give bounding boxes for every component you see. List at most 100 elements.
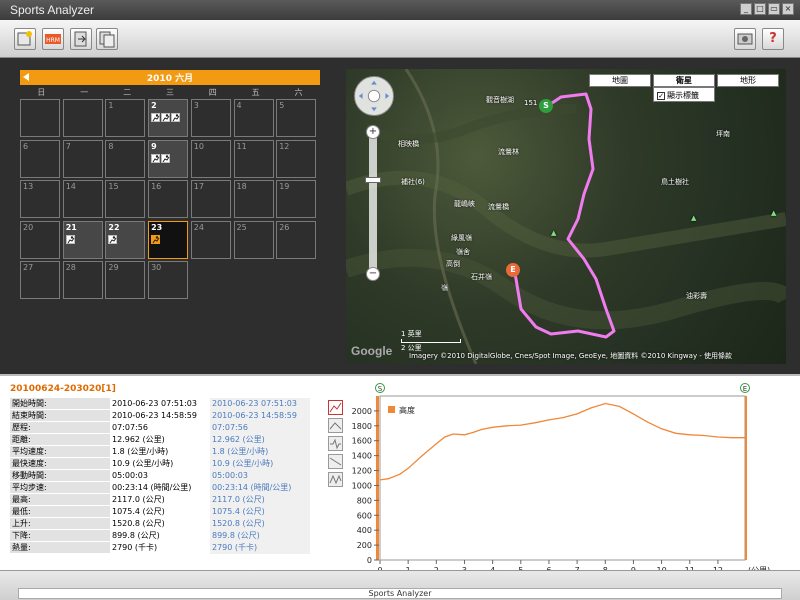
map-place-label: 151 (524, 99, 538, 107)
calendar-day-number: 26 (279, 222, 290, 232)
calendar-day-13[interactable]: 13 (20, 180, 60, 218)
y-tick-label: 1600 (352, 437, 372, 446)
minimize-button[interactable]: _ (740, 3, 752, 15)
calendar-day-21[interactable]: 21 (62, 220, 103, 259)
stat-value: 899.8 (公尺) (112, 531, 160, 541)
calendar-day-number: 7 (65, 141, 71, 151)
calendar-day-26[interactable]: 26 (276, 220, 317, 259)
zoom-slider-thumb[interactable] (365, 177, 381, 183)
workout-title: 20100624-203020[1] (10, 384, 116, 394)
calendar-day-24[interactable]: 24 (190, 220, 231, 259)
y-tick-label: 400 (357, 526, 372, 535)
speed-tool-button[interactable] (328, 418, 343, 433)
stats-row: 平均速度: 1.8 (公里/小時) 1.8 (公里/小時) (10, 445, 310, 459)
stat-value: 1.8 (公里/小時) (112, 447, 169, 457)
calendar-day-12[interactable]: 12 (276, 139, 317, 178)
weekday-label: 五 (251, 88, 260, 97)
maximize-button[interactable]: ▭ (768, 3, 780, 15)
altitude-point (407, 467, 409, 469)
hiking-workout-icon[interactable] (161, 153, 171, 163)
calendar-day-10[interactable]: 10 (190, 139, 231, 178)
y-tick-label: 2000 (352, 407, 372, 416)
heartrate-tool-button[interactable] (328, 436, 343, 451)
calendar-day-6[interactable]: 6 (20, 139, 60, 178)
calendar-day-17[interactable]: 17 (190, 180, 231, 218)
hiking-workout-icon[interactable] (171, 113, 181, 122)
calendar-day-20[interactable]: 20 (20, 220, 60, 259)
calendar-day-30[interactable]: 30 (148, 261, 189, 299)
stat-label: 平均步速: (10, 481, 110, 495)
hiking-workout-icon[interactable] (108, 234, 118, 244)
map-type-satellite-button[interactable]: 衛星 (653, 74, 715, 87)
cadence-tool-button[interactable] (328, 472, 343, 487)
show-labels-label: 顯示標籤 (667, 91, 699, 100)
calendar-day-number: 2 (151, 101, 157, 110)
pan-control[interactable] (354, 76, 394, 116)
calendar-day-1[interactable]: 1 (105, 99, 146, 137)
hiking-workout-icon[interactable] (151, 153, 161, 163)
help-button[interactable]: ? (762, 28, 784, 50)
calendar-day-14[interactable]: 14 (62, 180, 103, 218)
calendar-day-number: 21 (65, 222, 77, 232)
stats-row: 結束時間: 2010-06-23 14:58:59 2010-06-23 14:58… (10, 409, 310, 423)
calendar-day-29[interactable]: 29 (105, 261, 146, 299)
export-button[interactable] (70, 28, 92, 50)
calendar-day-27[interactable]: 27 (20, 261, 60, 299)
map-type-terrain-button[interactable]: 地形 (717, 74, 779, 87)
calendar-day-25[interactable]: 25 (233, 220, 274, 259)
hiking-workout-icon[interactable] (151, 234, 161, 244)
pace-tool-button[interactable] (328, 454, 343, 469)
calendar-day-3[interactable]: 3 (190, 99, 231, 137)
route-start-marker[interactable]: S (539, 99, 553, 113)
calendar-day-23[interactable]: 23 (148, 220, 189, 259)
stat-label: 上升: (10, 517, 110, 531)
altitude-tool-icon (329, 402, 342, 413)
hrm-import-icon: HRM (45, 34, 61, 44)
altitude-point (675, 432, 677, 434)
zoom-in-button[interactable]: + (366, 125, 380, 139)
stat-value: 05:00:03 (112, 471, 148, 481)
map-copyright[interactable]: Imagery ©2010 DigitalGlobe, Cnes/Spot Im… (409, 351, 732, 361)
altitude-point (660, 428, 663, 430)
hiking-workout-icon[interactable] (65, 234, 75, 244)
calendar-day-28[interactable]: 28 (62, 261, 103, 299)
workout-entries (108, 234, 118, 244)
calendar-day-2[interactable]: 2 (148, 99, 189, 137)
map-type-map-button[interactable]: 地圖 (589, 74, 651, 87)
zoom-out-button[interactable]: − (366, 267, 380, 281)
calendar-day-8[interactable]: 8 (105, 139, 146, 178)
copy-button[interactable] (96, 28, 118, 50)
add-workout-button[interactable] (14, 28, 36, 50)
altitude-point (421, 455, 423, 457)
calendar-day-number: 6 (23, 141, 29, 151)
stat-value: 10.9 (公里/小時) (112, 459, 174, 469)
show-labels-checkbox[interactable]: ✓ 顯示標籤 (653, 87, 715, 102)
y-axis-bar (376, 396, 379, 560)
calendar-day-5[interactable]: 5 (276, 99, 317, 137)
hiking-workout-icon[interactable] (151, 113, 161, 122)
calendar-day-18[interactable]: 18 (233, 180, 274, 218)
zoom-slider-track[interactable] (369, 127, 377, 277)
calendar-day-7[interactable]: 7 (62, 139, 103, 178)
route-end-marker[interactable]: E (506, 263, 520, 277)
calendar-day-15[interactable]: 15 (105, 180, 146, 218)
hrm-import-button[interactable]: HRM (42, 28, 64, 50)
svg-text:HRM: HRM (46, 37, 60, 44)
altitude-tool-button[interactable] (328, 400, 343, 415)
altitude-chart[interactable]: 0200400600800100012001400160018002000012… (345, 382, 770, 574)
hiking-workout-icon[interactable] (161, 113, 171, 122)
route-map[interactable]: S E 觀音樹湖 151 相映橋 流鶯林 補社(6) 流鶯橋 龍嶋峽 綠風嶺 鳥土樹社 坪南 石并嶺… (346, 69, 786, 364)
calendar-day-11[interactable]: 11 (233, 139, 274, 178)
stats-row: 下降: 899.8 (公尺) 899.8 (公尺) (10, 529, 310, 543)
map-place-label: 嶺 (441, 284, 448, 292)
title-bar: Sports Analyzer _ □ ▭ × (0, 0, 800, 20)
close-button[interactable]: × (782, 3, 794, 15)
workout-details-panel: 20100624-203020[1] 開始時間: 2010-06-23 07:51… (0, 374, 800, 574)
calendar-day-19[interactable]: 19 (276, 180, 317, 218)
settings-button[interactable] (734, 28, 756, 50)
calendar-day-4[interactable]: 4 (233, 99, 274, 137)
calendar-day-16[interactable]: 16 (148, 180, 189, 218)
restore-button[interactable]: □ (754, 3, 766, 15)
calendar-day-22[interactable]: 22 (105, 220, 146, 259)
calendar-day-9[interactable]: 9 (148, 139, 189, 178)
